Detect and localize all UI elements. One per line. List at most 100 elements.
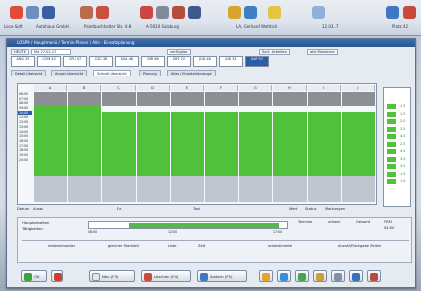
tool-button-3[interactable] [295, 270, 309, 282]
tab-detail[interactable]: Detail-Übersicht [11, 70, 47, 76]
tool-button-4[interactable] [313, 270, 327, 282]
day-box[interactable]: DEF 22 [167, 56, 191, 67]
edit-button[interactable]: Ändern (F5) [197, 270, 247, 282]
tab-planung[interactable]: Planung [139, 70, 161, 76]
available-block[interactable] [273, 112, 307, 176]
sort-arbeiten-button[interactable]: Sort. Arbeiten [259, 49, 290, 55]
schedule-grid[interactable]: 06:00 07:00 08:00 09:00 10:00 11:00 12:00 13:00… [17, 83, 377, 205]
footer-markungen: Markungen [325, 207, 346, 211]
schedule-column[interactable] [170, 92, 204, 202]
available-block[interactable] [68, 106, 102, 176]
tool-button-6[interactable] [349, 270, 363, 282]
back-icon[interactable] [386, 6, 399, 19]
tool-button-1[interactable] [259, 270, 273, 282]
car-icon[interactable] [156, 6, 169, 19]
day-box-active[interactable]: SAP 57 [245, 56, 269, 67]
schedule-column[interactable] [102, 92, 136, 202]
tool-button-2[interactable] [277, 270, 291, 282]
column-header[interactable]: E [170, 85, 204, 91]
people-icon[interactable] [80, 6, 93, 19]
option-unbestimmte[interactable]: unbestimmte [268, 244, 292, 248]
schedule-column[interactable] [34, 92, 68, 202]
day-box[interactable]: COM 43 [37, 56, 61, 67]
tab-ampel[interactable]: Ampel-Übersicht [51, 70, 88, 76]
available-block[interactable] [136, 112, 170, 176]
tab-einsatz[interactable]: Alles / Einsatzfahrzeuge [167, 70, 216, 76]
calendar-icon[interactable] [244, 6, 257, 19]
verfuegbar-toggle[interactable]: verfügbar [167, 49, 191, 55]
available-block[interactable] [307, 112, 341, 176]
day-box[interactable]: DIR 66 [141, 56, 165, 67]
hauptarbeiten-label: Hauptarbeiten [22, 220, 50, 225]
available-block[interactable] [102, 112, 136, 176]
monitor-icon[interactable] [312, 6, 325, 19]
available-block[interactable] [239, 112, 273, 176]
close-app-icon[interactable] [403, 6, 416, 19]
tool-button-7[interactable] [367, 270, 381, 282]
available-block[interactable] [341, 112, 375, 176]
column-header[interactable]: G [239, 85, 273, 91]
column-header[interactable]: C [102, 85, 136, 91]
day-box[interactable]: JGD 48 [193, 56, 217, 67]
chart-icon[interactable] [188, 6, 201, 19]
date-field[interactable]: Mo 27.02.17 [31, 49, 71, 55]
column-header[interactable]: I [307, 85, 341, 91]
column-header[interactable]: D [136, 85, 170, 91]
heute-button[interactable]: HEUTE [11, 49, 30, 55]
star-icon[interactable] [268, 6, 281, 19]
column-header[interactable]: A [34, 85, 68, 91]
app-icon-red[interactable] [10, 6, 23, 19]
day-box[interactable]: JUK 35 [219, 56, 243, 67]
new-button[interactable]: Neu (F3) [89, 270, 135, 282]
time-start: 08:00 [88, 230, 98, 234]
capacity-bar [387, 134, 396, 139]
capacity-value: 3.5 [400, 126, 406, 131]
unavailable-block [307, 92, 341, 106]
option-liste[interactable]: Liste [168, 244, 177, 248]
day-box[interactable]: CPU 47 [63, 56, 87, 67]
unbezl-label: unbezl. [328, 220, 342, 224]
folder-icon[interactable] [228, 6, 241, 19]
warning-icon[interactable] [140, 6, 153, 19]
available-block[interactable] [205, 112, 239, 176]
option-anzahl[interactable]: Anzahl/Rückgabe Zeilen [338, 244, 381, 248]
schedule-column[interactable] [239, 92, 273, 202]
schedule-column[interactable] [341, 92, 375, 202]
schedule-column[interactable] [273, 92, 307, 202]
column-header[interactable]: B [68, 85, 102, 91]
capacity-bar [387, 104, 396, 109]
tools-icon[interactable] [96, 6, 109, 19]
column-header[interactable]: F [205, 85, 239, 91]
tool-button-5[interactable] [331, 270, 345, 282]
schedule-column[interactable] [136, 92, 170, 202]
cancel-button[interactable] [51, 270, 63, 282]
option-nebeneinander[interactable]: nebeneinander [48, 244, 75, 248]
footer-datum: Datum [17, 207, 30, 211]
closed-block [273, 176, 307, 202]
day-box[interactable]: CSC 38 [89, 56, 113, 67]
window-icon[interactable] [42, 6, 55, 19]
schedule-column[interactable] [307, 92, 341, 202]
option-gleicher-start[interactable]: gleicher Startzeit [108, 244, 139, 248]
day-box[interactable]: DAL 46 [115, 56, 139, 67]
schedule-column[interactable] [68, 92, 102, 202]
tab-schnell[interactable]: Schnell-Übersicht [93, 70, 131, 76]
folder-icon [316, 273, 324, 281]
capacity-bar [387, 164, 396, 169]
column-header[interactable]: J [341, 85, 375, 91]
timer-icon[interactable] [172, 6, 185, 19]
day-box[interactable]: ANG 25 [11, 56, 35, 67]
alle-monteure-button[interactable]: alle Monteure [307, 49, 338, 55]
capacity-value: 4.5 [400, 149, 406, 153]
ok-button[interactable]: OK [21, 270, 47, 282]
toolbar-label: 12.03..7 [322, 24, 339, 29]
available-block[interactable] [170, 112, 204, 176]
schedule-column[interactable] [205, 92, 239, 202]
available-block[interactable] [34, 106, 68, 176]
time-end: 17:00 [273, 230, 283, 234]
delete-button[interactable]: Löschen (F4) [141, 270, 191, 282]
footer-wert: Wert [289, 207, 298, 211]
column-header[interactable]: H [273, 85, 307, 91]
option-zeit[interactable]: Zeit [198, 244, 205, 248]
settings-icon[interactable] [26, 6, 39, 19]
